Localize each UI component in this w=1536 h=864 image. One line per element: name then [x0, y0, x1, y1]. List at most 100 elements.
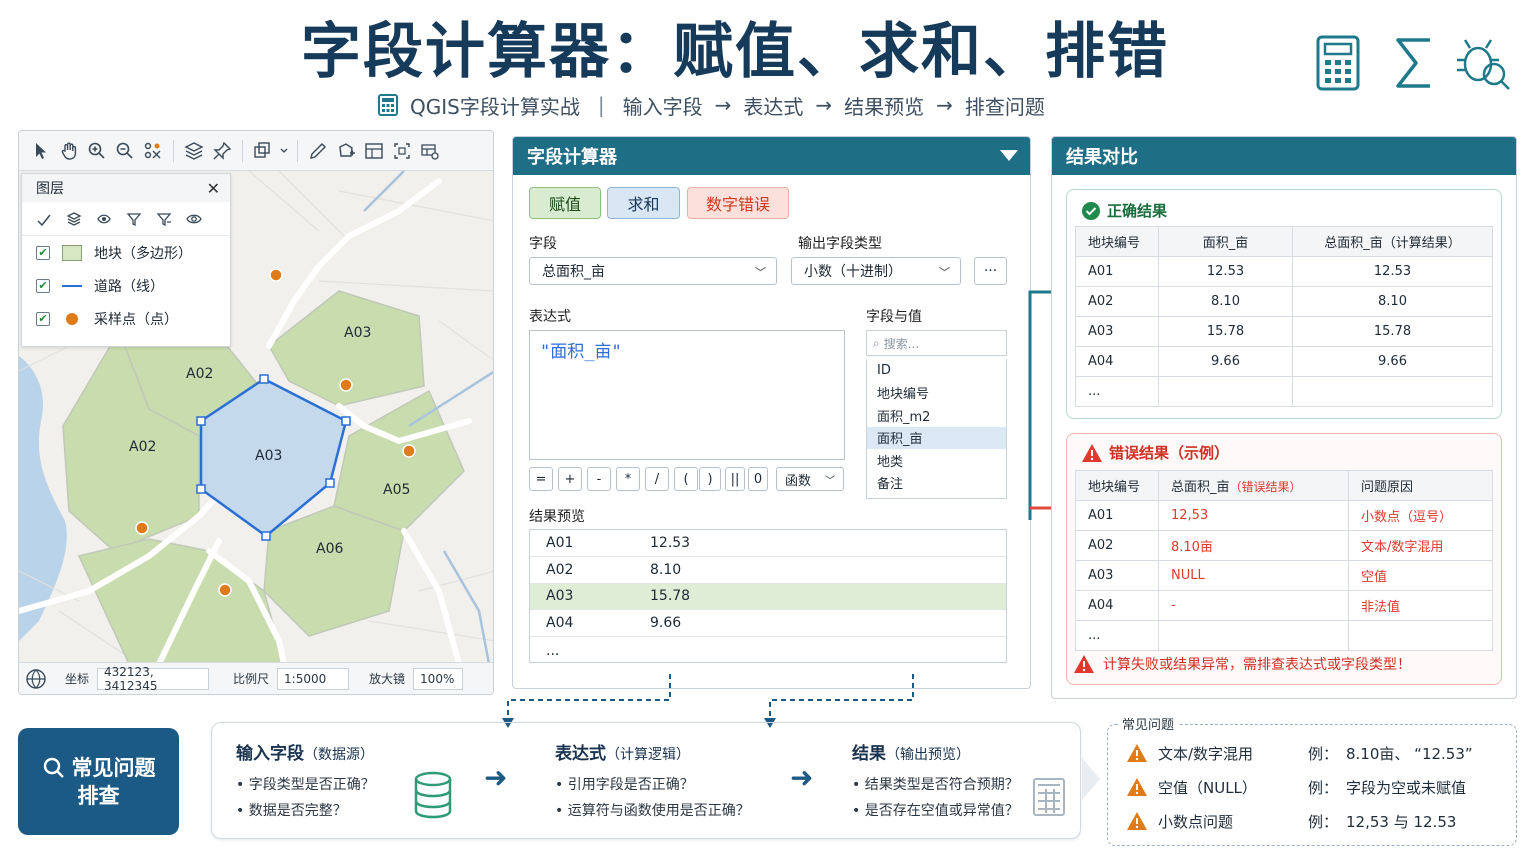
flow-step-expression: 表达式（计算逻辑） • 引用字段是否正确？ • 运算符与函数使用是否正确？ — [555, 744, 750, 819]
table-row: ... — [1075, 620, 1493, 651]
operator-concat-button[interactable]: || — [725, 467, 745, 491]
more-options-button[interactable]: ··· — [974, 257, 1007, 285]
header-icons — [1312, 34, 1522, 92]
coord-field[interactable]: 432123, 3412345 — [97, 665, 210, 693]
visibility-toggle-icon[interactable] — [96, 211, 112, 227]
table-row: A01 12.53 12.53 — [1075, 256, 1493, 287]
troubleshoot-flow: 输入字段（数据源） • 字段类型是否正确？ • 数据是否完整？ ➜ 表达式（计算… — [211, 722, 1081, 839]
operator-equals-button[interactable]: = — [529, 467, 553, 491]
table-row: A01 12,53 小数点（逗号） — [1075, 500, 1493, 531]
list-item[interactable]: 地块编号 — [867, 382, 1006, 405]
field-calculator-dialog: 字段计算器 赋值 求和 数字错误 字段 总面积_亩 ﹀ 输出字段类型 小数（十进… — [512, 136, 1031, 689]
filter-icon[interactable] — [126, 211, 142, 227]
search-icon — [43, 757, 64, 778]
zoom-out-icon[interactable] — [113, 139, 137, 163]
select-area-icon[interactable] — [390, 139, 414, 163]
table-row: A04- 非法值 — [1075, 590, 1493, 621]
output-type-label: 输出字段类型 — [798, 236, 882, 252]
zoom-in-icon[interactable] — [85, 139, 109, 163]
layer-row-points[interactable]: ✔ 采样点（点） — [22, 302, 230, 335]
attribute-table-icon[interactable] — [418, 139, 442, 163]
error-results-card: 错误结果（示例） 地块编号 总面积_亩（错误结果） 问题原因 A01 12,53 小… — [1066, 433, 1502, 685]
layer-row-roads[interactable]: ✔ 道路（线） — [22, 269, 230, 302]
list-item[interactable]: 地类 — [867, 449, 1006, 472]
field-select-value: 总面积_亩 — [542, 264, 605, 280]
field-table-icon[interactable] — [362, 139, 386, 163]
layer-row-parcels[interactable]: ✔ 地块（多边形） — [22, 236, 230, 269]
parcel-label: A03 — [344, 325, 371, 341]
checkbox-icon[interactable]: ✔ — [36, 245, 50, 260]
chevron-down-icon: ﹀ — [825, 475, 835, 487]
collapse-triangle-icon[interactable] — [1000, 150, 1018, 162]
arrow-right-icon: → — [815, 93, 833, 117]
faq-troubleshoot-button[interactable]: 常见问题 排查 — [18, 728, 179, 835]
sample-point — [218, 583, 232, 597]
close-icon[interactable]: ✕ — [207, 179, 220, 198]
output-type-select[interactable]: 小数（十进制） ﹀ — [791, 257, 961, 285]
table-row: A02 8.10 — [530, 557, 1006, 584]
list-item[interactable]: 备注 — [867, 472, 1006, 495]
operator-multiply-button[interactable]: * — [616, 467, 640, 491]
faq-row: 空值（NULL） 例： 字段为空或未赋值 — [1126, 775, 1466, 799]
warning-icon — [1127, 812, 1147, 830]
operator-minus-button[interactable]: - — [587, 467, 611, 491]
scale-field[interactable]: 1:5000 — [277, 667, 350, 690]
arrow-right-icon: → — [714, 93, 732, 117]
eye-icon[interactable] — [186, 211, 202, 227]
layers-stack-icon[interactable] — [182, 139, 206, 163]
checkbox-icon[interactable]: ✔ — [36, 311, 50, 326]
list-item-selected[interactable]: 面积_亩 — [867, 426, 1006, 449]
expression-editor[interactable]: "面积_亩" — [529, 330, 845, 460]
tab-number-error[interactable]: 数字错误 — [687, 187, 789, 219]
parcel-label: A05 — [383, 482, 410, 498]
fields-search-input[interactable]: ⌕ 搜索... — [866, 330, 1007, 356]
layers-panel: 图层 ✕ ✔ 地块（多边形） ✔ 道路（线） ✔ 采样点（点） — [21, 173, 231, 347]
table-row: ... — [1075, 376, 1493, 407]
list-item[interactable]: 面积_m2 — [867, 404, 1006, 427]
flow-step-input: 输入字段（数据源） • 字段类型是否正确？ • 数据是否完整？ — [236, 744, 375, 819]
operator-lparen-button[interactable]: ( — [674, 467, 698, 491]
operator-divide-button[interactable]: / — [645, 467, 669, 491]
correct-results-title: 正确结果 — [1107, 202, 1168, 220]
zoom-field[interactable]: 100% — [413, 667, 464, 690]
subtitle: QGIS字段计算实战 | 输入字段 → 表达式 → 结果预览 → 排查问题 — [376, 91, 1045, 119]
calculator-title: 字段计算器 — [527, 147, 617, 168]
operator-plus-button[interactable]: + — [558, 467, 582, 491]
database-icon — [414, 771, 452, 819]
select-pointer-icon[interactable] — [29, 139, 53, 163]
chevron-down-icon[interactable] — [279, 139, 289, 163]
point-swatch — [66, 312, 78, 325]
parcel-label: A02 — [186, 366, 213, 382]
table-row: A04 9.66 — [530, 610, 1006, 638]
layer-stack-icon[interactable] — [66, 211, 82, 227]
polygon-swatch — [62, 244, 82, 261]
field-select[interactable]: 总面积_亩 ﹀ — [529, 257, 777, 285]
function-select[interactable]: 函数 ﹀ — [776, 467, 844, 491]
style-icon[interactable] — [36, 211, 52, 227]
map-toolbar — [19, 131, 493, 171]
layers-title: 图层 — [36, 181, 64, 197]
table-row: ... — [546, 642, 560, 659]
identify-features-icon[interactable] — [141, 139, 165, 163]
fields-values-label: 字段与值 — [866, 309, 922, 325]
copy-features-icon[interactable] — [251, 139, 275, 163]
tab-sum[interactable]: 求和 — [607, 187, 680, 219]
tab-assign[interactable]: 赋值 — [529, 187, 601, 219]
filter-expression-icon[interactable] — [156, 211, 172, 227]
checkbox-icon[interactable]: ✔ — [36, 278, 50, 293]
edit-pencil-icon[interactable] — [306, 139, 330, 163]
operator-rparen-button[interactable]: ) — [699, 467, 721, 491]
add-polygon-icon[interactable] — [334, 139, 358, 163]
sample-point — [339, 378, 353, 392]
globe-icon[interactable] — [25, 668, 47, 690]
operator-zero-button[interactable]: 0 — [748, 467, 768, 491]
pin-icon[interactable] — [210, 139, 234, 163]
calculator-icon — [378, 94, 398, 116]
list-item[interactable]: ID — [867, 359, 1006, 382]
pan-hand-icon[interactable] — [57, 139, 81, 163]
faq-button-line1: 常见问题 — [71, 755, 156, 780]
chevron-down-icon: ﹀ — [755, 266, 766, 279]
step-4: 排查问题 — [964, 94, 1045, 119]
error-note: 计算失败或结果异常，需排查表达式或字段类型！ — [1103, 657, 1411, 673]
results-panel: 结果对比 正确结果 地块编号 面积_亩 总面积_亩（计算结果） A01 12.53 12… — [1051, 136, 1517, 699]
